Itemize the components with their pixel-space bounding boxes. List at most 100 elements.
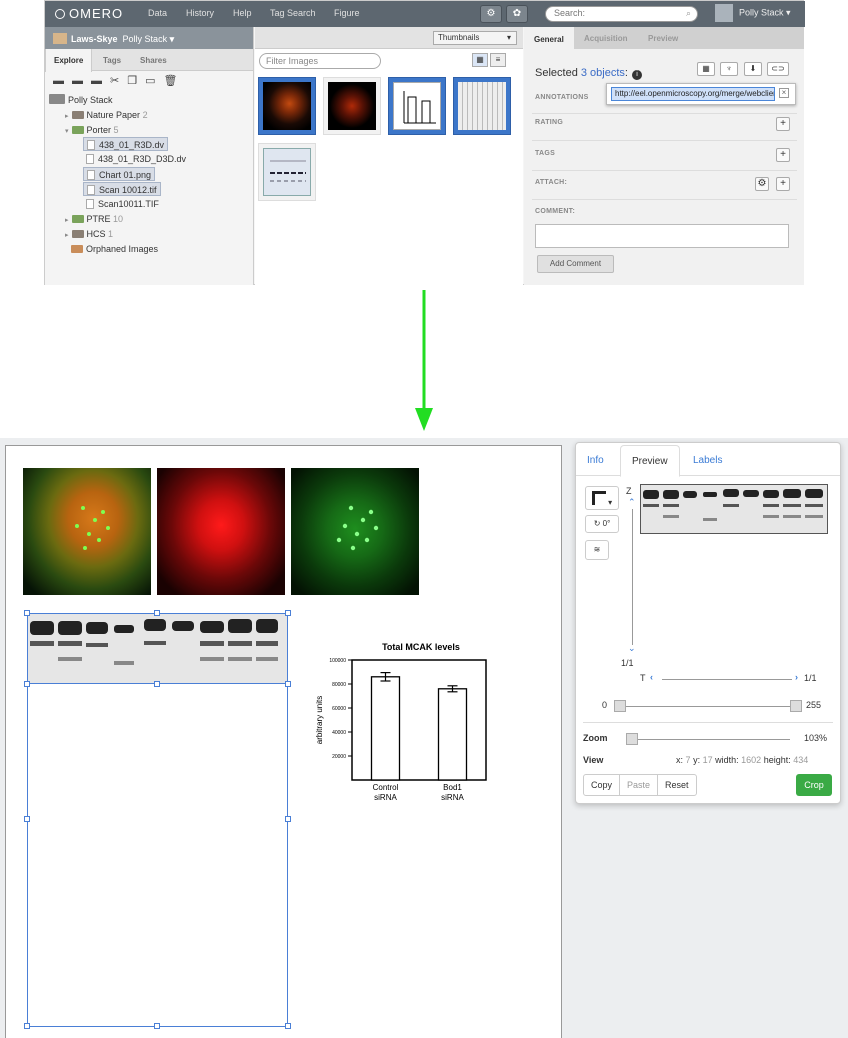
resize-handle[interactable] bbox=[154, 1023, 160, 1029]
add-attachment-icon[interactable]: + bbox=[776, 177, 790, 191]
copy-icon[interactable]: ❐ bbox=[127, 75, 145, 87]
bar bbox=[437, 688, 468, 781]
z-slider[interactable] bbox=[632, 509, 633, 645]
right-panel: General Acquisition Preview Selected 3 o… bbox=[524, 27, 804, 285]
tree-item-orphaned[interactable]: Orphaned Images bbox=[71, 242, 158, 256]
slider-knob-max[interactable] bbox=[790, 700, 802, 712]
resize-handle[interactable] bbox=[24, 681, 30, 687]
user-menu[interactable]: Polly Stack ▾ bbox=[715, 4, 791, 22]
search-input[interactable]: Search: ⌕ bbox=[545, 6, 698, 22]
tree-item-hcs[interactable]: ▸ HCS 1 bbox=[65, 227, 113, 241]
resize-handle[interactable] bbox=[24, 816, 30, 822]
share-url-field[interactable]: http://eel.openmicroscopy.org/merge/webc… bbox=[611, 87, 775, 101]
delete-icon[interactable]: 🗑 bbox=[164, 75, 186, 87]
new-dataset-icon[interactable]: ▬ bbox=[91, 75, 110, 87]
add-rating-icon[interactable]: + bbox=[776, 117, 790, 131]
tab-tags[interactable]: Tags bbox=[103, 56, 121, 65]
add-comment-button[interactable]: Add Comment bbox=[537, 255, 614, 273]
thumbnail[interactable] bbox=[258, 143, 316, 201]
channel-range-slider[interactable] bbox=[620, 706, 798, 707]
image-panel-red[interactable] bbox=[157, 468, 285, 595]
tree-file[interactable]: Chart 01.png bbox=[83, 167, 156, 181]
tree-item-ptre[interactable]: ▸ PTRE 10 bbox=[65, 212, 123, 226]
rotate-button[interactable]: ↻ 0° bbox=[585, 515, 619, 533]
resize-handle[interactable] bbox=[285, 1023, 291, 1029]
chevron-right-icon[interactable]: › bbox=[795, 672, 798, 682]
link-icon[interactable]: ⊂⊃ bbox=[767, 62, 789, 76]
list-view-icon[interactable]: ≡ bbox=[490, 53, 506, 67]
image-panel-merged[interactable] bbox=[23, 468, 151, 595]
nav-data[interactable]: Data bbox=[148, 8, 167, 18]
grid-view-icon[interactable]: ▦ bbox=[472, 53, 488, 67]
layers-icon[interactable]: ≋ bbox=[585, 540, 609, 560]
tab-preview[interactable]: Preview bbox=[648, 34, 678, 43]
scan-thumbnail-icon bbox=[270, 160, 306, 182]
resize-handle[interactable] bbox=[154, 610, 160, 616]
border-style-button[interactable]: ▾ bbox=[585, 486, 619, 510]
resize-handle[interactable] bbox=[285, 681, 291, 687]
nav-figure[interactable]: Figure bbox=[334, 8, 360, 18]
attach-file-icon[interactable]: ⚙ bbox=[755, 177, 769, 191]
thumbnail[interactable] bbox=[323, 77, 381, 135]
image-panel-green[interactable] bbox=[291, 468, 419, 595]
user-icon bbox=[49, 94, 65, 104]
download-icon[interactable]: ⬇ bbox=[744, 62, 762, 76]
nav-history[interactable]: History bbox=[186, 8, 214, 18]
tab-general[interactable]: General bbox=[524, 27, 574, 50]
group-switcher[interactable]: Laws-Skye Polly Stack ▾ bbox=[45, 27, 253, 49]
tab-labels[interactable]: Labels bbox=[693, 455, 722, 466]
filter-images-input[interactable]: Filter Images bbox=[259, 53, 381, 69]
comment-textarea[interactable] bbox=[535, 224, 789, 248]
resize-handle[interactable] bbox=[285, 816, 291, 822]
resize-handle[interactable] bbox=[285, 610, 291, 616]
omero-logo[interactable]: OMERO bbox=[55, 6, 123, 21]
view-select[interactable]: Thumbnails ▾ bbox=[433, 31, 517, 45]
chevron-left-icon[interactable]: ‹ bbox=[650, 672, 653, 682]
cut-icon[interactable]: ✂ bbox=[110, 75, 127, 87]
preview-image[interactable] bbox=[640, 484, 828, 534]
tree-file[interactable]: 438_01_R3D_D3D.dv bbox=[86, 152, 186, 166]
close-icon[interactable]: × bbox=[779, 88, 789, 98]
zoom-slider[interactable] bbox=[630, 739, 790, 740]
tree-item-porter[interactable]: ▾ Porter 5 bbox=[65, 123, 119, 137]
script-icon[interactable]: ⚙ bbox=[480, 5, 502, 23]
nav-tag-search[interactable]: Tag Search bbox=[270, 8, 316, 18]
thumbnail[interactable] bbox=[388, 77, 446, 135]
resize-handle[interactable] bbox=[154, 681, 160, 687]
info-icon[interactable]: i bbox=[631, 70, 642, 80]
tab-preview[interactable]: Preview bbox=[620, 445, 680, 477]
resize-handle[interactable] bbox=[24, 610, 30, 616]
zoom-knob[interactable] bbox=[626, 733, 638, 745]
nav-help[interactable]: Help bbox=[233, 8, 252, 18]
paste-icon[interactable]: ▭ bbox=[145, 75, 163, 87]
add-tag-icon[interactable]: + bbox=[776, 148, 790, 162]
tab-shares[interactable]: Shares bbox=[140, 56, 167, 65]
hierarchy-icon[interactable]: ♆ bbox=[720, 62, 738, 76]
slider-knob-min[interactable] bbox=[614, 700, 626, 712]
tree-file[interactable]: 438_01_R3D.dv bbox=[83, 137, 169, 151]
new-project-icon[interactable]: ▬ bbox=[72, 75, 91, 87]
crop-button[interactable]: Crop bbox=[796, 774, 832, 796]
thumbnail[interactable] bbox=[453, 77, 511, 135]
thumbnail[interactable] bbox=[258, 77, 316, 135]
x-tick-label: Control bbox=[373, 783, 399, 792]
bar-chart[interactable]: 100000 80000 60000 40000 20000 arbitrary unit… bbox=[310, 652, 500, 812]
chevron-up-icon[interactable]: ⌃ bbox=[628, 497, 636, 508]
chevron-down-icon[interactable]: ⌄ bbox=[628, 643, 636, 654]
tree-file[interactable]: Scan10011.TIF bbox=[86, 197, 159, 211]
tab-info[interactable]: Info bbox=[587, 455, 604, 466]
new-folder-icon[interactable]: ▬ bbox=[53, 75, 72, 87]
reset-button[interactable]: Reset bbox=[658, 775, 696, 795]
tab-explore[interactable]: Explore bbox=[45, 49, 93, 72]
tree-item-nature-paper[interactable]: ▸ Nature Paper 2 bbox=[65, 108, 148, 122]
paste-button[interactable]: Paste bbox=[620, 775, 659, 795]
copy-button[interactable]: Copy bbox=[584, 775, 621, 795]
tree-root[interactable]: Polly Stack bbox=[49, 93, 113, 107]
tree-file[interactable]: Scan 10012.tif bbox=[83, 182, 161, 196]
activities-icon[interactable]: ✿ bbox=[506, 5, 528, 23]
tab-acquisition[interactable]: Acquisition bbox=[584, 34, 628, 43]
resize-handle[interactable] bbox=[24, 1023, 30, 1029]
grid-icon[interactable]: ▦ bbox=[697, 62, 715, 76]
t-slider[interactable] bbox=[662, 679, 792, 680]
annotations-heading: ANNOTATIONS bbox=[535, 94, 589, 101]
